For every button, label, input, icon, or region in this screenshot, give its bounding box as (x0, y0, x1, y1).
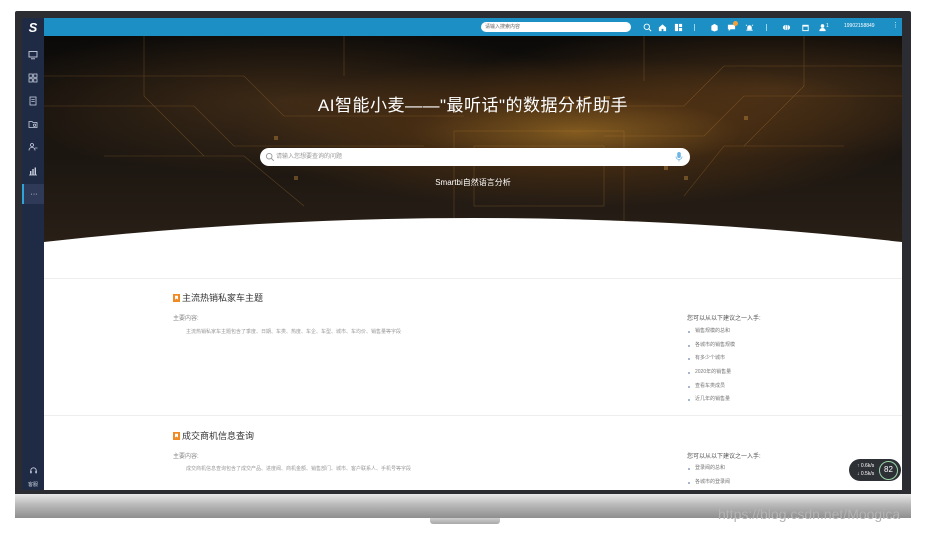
section-title-text: 成交商机信息查询 (182, 431, 255, 441)
suggestion-item[interactable]: 各城市的销售规模 (687, 339, 735, 353)
suggestion-item[interactable]: 各城市的登录阀 (687, 476, 730, 490)
home-icon[interactable] (657, 22, 667, 32)
sidebar-item-folder-gear[interactable] (22, 114, 44, 134)
bar-chart-icon (29, 167, 37, 176)
section-description: 主流热销私家车主题包含了季度、日期、车类、热度、车企、车型、城市、车均价、销售量… (186, 329, 402, 335)
memory-usage-gauge: 82 (879, 461, 898, 480)
topbar-separator (766, 24, 767, 31)
bookmark-icon (173, 431, 180, 440)
section-title[interactable]: 成交商机信息查询 (173, 429, 254, 442)
section-description: 成交商机信息查询包含了成交产品、进度阀、商机金额、销售部门、城市、客户联系人、手… (186, 466, 412, 472)
topbar-more-button[interactable]: ⋮ (892, 21, 899, 29)
hero-search-input[interactable] (276, 151, 656, 163)
document-icon (29, 96, 37, 106)
sidebar: S ··· 客服 (22, 18, 44, 490)
suggestion-item[interactable]: 登录阀的总和 (687, 462, 730, 476)
grid-icon (28, 73, 38, 83)
app-screen: S ··· 客服 请输入搜索内容 1 19902158849 ⋮ AI智能小麦—… (22, 18, 902, 490)
search-icon[interactable] (642, 22, 652, 32)
sidebar-item-monitor[interactable] (22, 45, 44, 65)
suggestions-title: 您可以从以下建议之一入手: (687, 454, 761, 460)
bookmark-icon (173, 293, 180, 302)
package-icon[interactable] (709, 22, 719, 32)
calendar-icon[interactable] (800, 22, 810, 32)
suggestion-item[interactable]: 近几年的销售量 (687, 393, 735, 407)
global-search-input[interactable] (485, 22, 615, 32)
top-bar: 1 19902158849 ⋮ (44, 18, 902, 36)
more-icon: ··· (30, 190, 38, 198)
section-main-label: 主要内容: (173, 454, 199, 460)
app-logo[interactable]: S (25, 20, 41, 36)
help-label: 客服 (27, 482, 38, 488)
hero-title: AI智能小麦——"最听话"的数据分析助手 (317, 96, 629, 115)
hero-search-bar (260, 148, 690, 166)
sidebar-help[interactable]: 客服 (22, 462, 44, 488)
alarm-icon[interactable] (744, 22, 754, 32)
message-badge (733, 21, 738, 26)
globe-icon[interactable] (781, 22, 791, 32)
suggestion-list: 销售规模的总和 各城市的销售规模 有多少个城市 2020年的销售量 查看车类成员… (687, 325, 735, 407)
sidebar-item-bar-chart[interactable] (22, 161, 44, 181)
microphone-icon[interactable] (674, 151, 684, 163)
suggestion-item[interactable]: 查看车类成员 (687, 380, 735, 394)
suggestion-list: 登录阀的总和 各城市的登录阀 (687, 462, 730, 489)
network-speed-widget[interactable]: ↑ 0.6k/s ↓ 0.5k/s 82 (849, 459, 901, 481)
hero-curve (44, 218, 902, 251)
folder-gear-icon (28, 121, 38, 128)
section-main-label: 主要内容: (173, 316, 199, 322)
hero-banner: AI智能小麦——"最听话"的数据分析助手 Smartbi自然语言分析 (44, 36, 902, 251)
headset-icon (29, 467, 37, 474)
suggestion-item[interactable]: 2020年的销售量 (687, 366, 735, 380)
section-title-text: 主流热销私家车主题 (182, 293, 264, 303)
user-flow-icon (28, 143, 38, 151)
sidebar-item-more[interactable]: ··· (22, 184, 44, 204)
user-account[interactable]: 19902158849 (844, 23, 875, 29)
global-search (481, 22, 631, 32)
section-divider (44, 278, 902, 279)
monitor-stand (430, 518, 500, 524)
sidebar-item-grid[interactable] (22, 68, 44, 88)
user-count: 1 (826, 23, 829, 29)
download-speed: ↓ 0.5k/s (857, 471, 875, 477)
sidebar-item-user-flow[interactable] (22, 137, 44, 157)
suggestion-item[interactable]: 销售规模的总和 (687, 325, 735, 339)
screenshot-stage: S ··· 客服 请输入搜索内容 1 19902158849 ⋮ AI智能小麦—… (0, 0, 938, 535)
suggestion-item[interactable]: 有多少个城市 (687, 352, 735, 366)
watermark-text: https://blog.csdn.net/Moogica (718, 506, 901, 522)
monitor-icon (28, 51, 38, 60)
upload-speed: ↑ 0.6k/s (857, 463, 875, 469)
sidebar-item-document[interactable] (22, 91, 44, 111)
section-title[interactable]: 主流热销私家车主题 (173, 291, 263, 304)
search-icon[interactable] (265, 152, 275, 162)
layout-icon[interactable] (673, 22, 683, 32)
section-divider (44, 415, 902, 416)
topbar-separator (694, 24, 695, 31)
suggestions-title: 您可以从以下建议之一入手: (687, 316, 761, 322)
hero-subtitle: Smartbi自然语言分析 (435, 178, 511, 187)
